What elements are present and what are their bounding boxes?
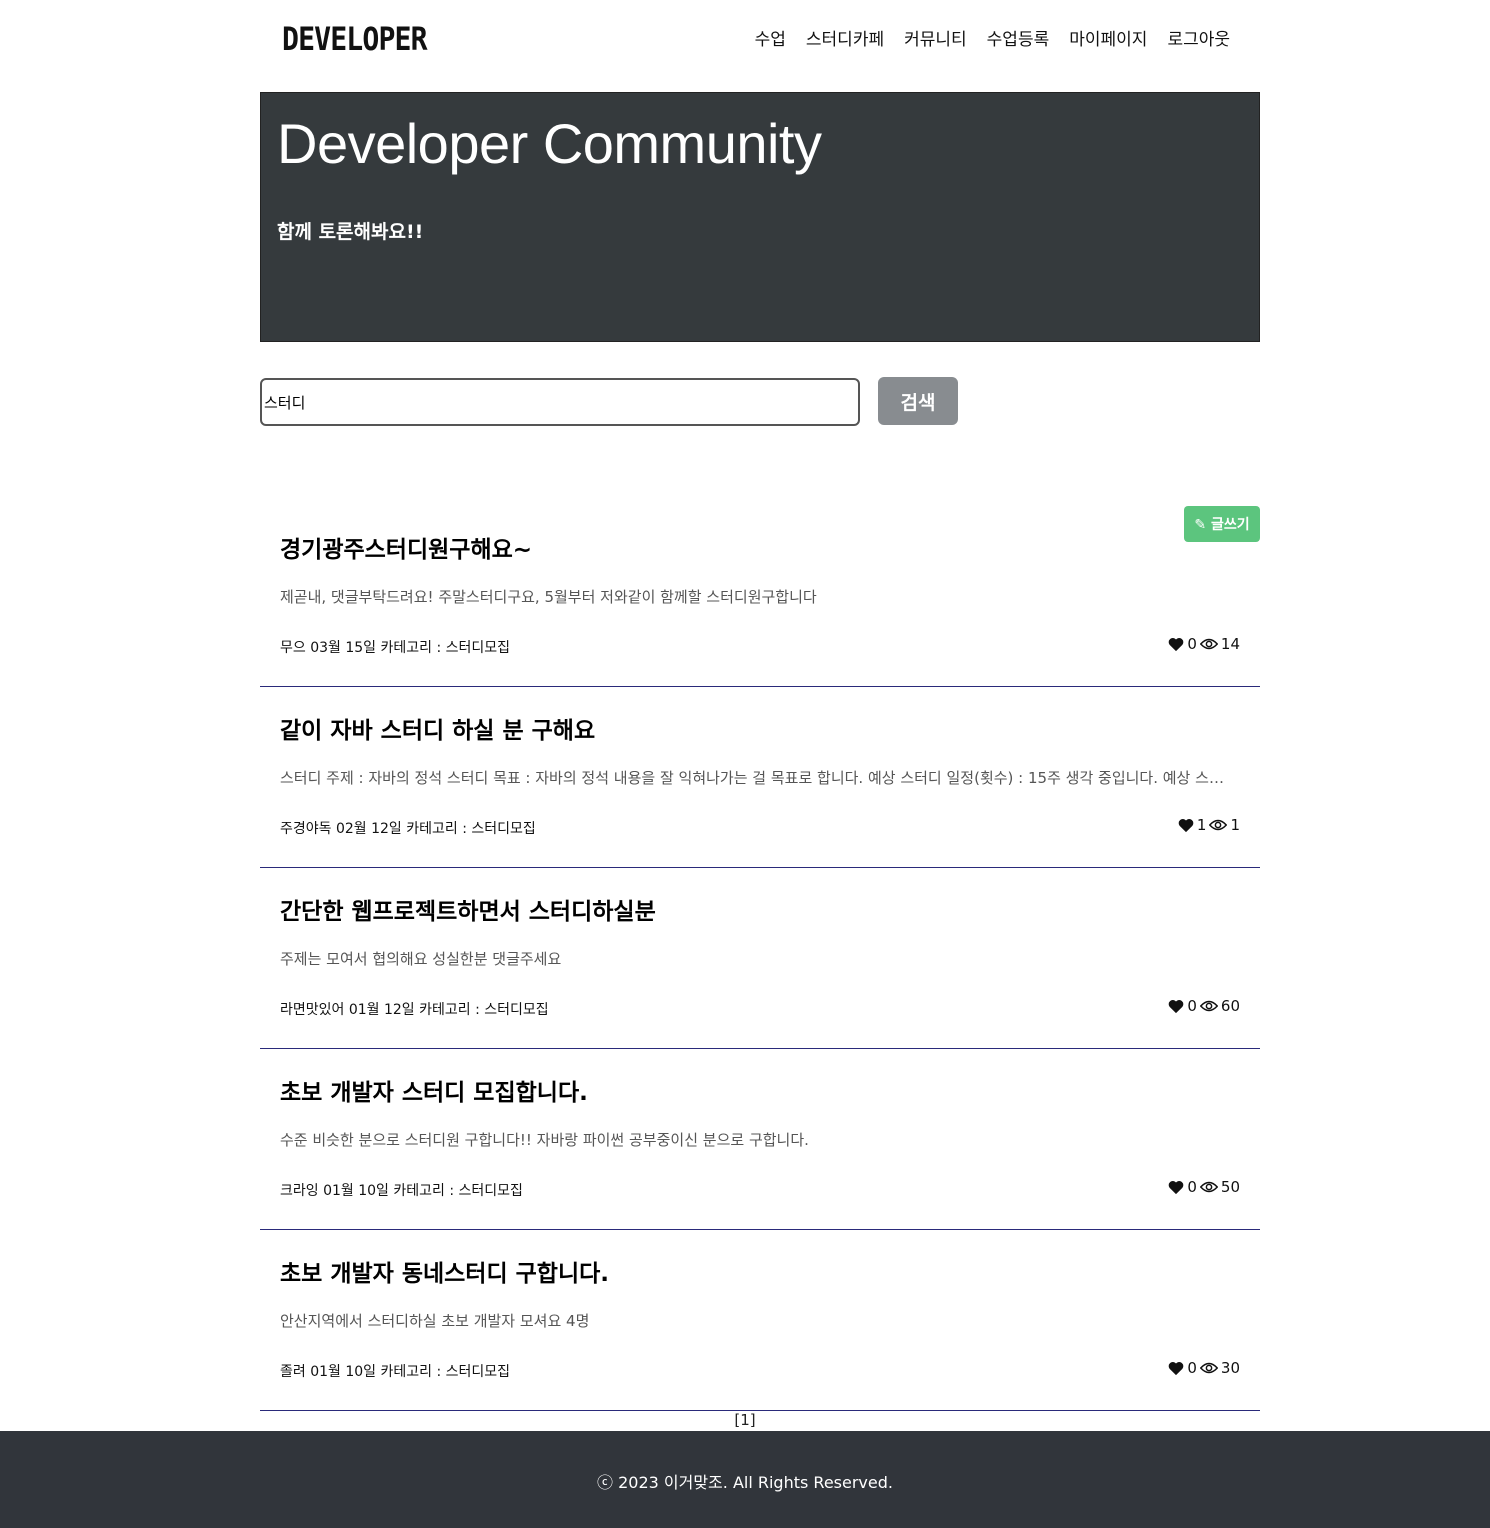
heart-icon [1169, 637, 1184, 651]
post-stats: 0 14 [1168, 635, 1240, 653]
like-count: 0 [1187, 1178, 1197, 1196]
nav-item-class-register[interactable]: 수업등록 [977, 28, 1060, 52]
post-meta: 졸려 01월 10일 카테고리 : 스터디모집 [280, 1364, 511, 1380]
heart-icon [1169, 1180, 1184, 1194]
post-title[interactable]: 간단한 웹프로젝트하면서 스터디하실분 [280, 892, 656, 926]
search-input[interactable] [260, 378, 860, 426]
footer: ⓒ 2023 이거맞조. All Rights Reserved. [0, 1431, 1490, 1528]
heart-icon [1178, 818, 1194, 832]
search-button[interactable]: 검색 [878, 377, 958, 425]
post-item[interactable]: 경기광주스터디원구해요~ 제곧내, 댓글부탁드려요! 주말스터디구요, 5월부터… [260, 506, 1260, 687]
post-meta: 라면맛있어 01월 12일 카테고리 : 스터디모집 [280, 1002, 549, 1018]
nav-item-studycafe[interactable]: 스터디카페 [796, 28, 894, 52]
nav-item-community[interactable]: 커뮤니티 [894, 28, 977, 52]
like-count: 0 [1187, 635, 1197, 653]
view-count: 1 [1230, 816, 1240, 834]
post-stats: 1 1 [1178, 816, 1240, 834]
post-meta: 무으 03월 15일 카테고리 : 스터디모집 [280, 640, 511, 656]
heart-icon [1169, 999, 1184, 1013]
eye-icon [1199, 638, 1218, 650]
eye-icon [1209, 819, 1228, 831]
post-excerpt: 안산지역에서 스터디하실 초보 개발자 모셔요 4명 [280, 1312, 590, 1330]
post-meta: 크라잉 01월 10일 카테고리 : 스터디모집 [280, 1183, 523, 1199]
like-count: 0 [1187, 997, 1197, 1015]
eye-icon [1199, 1362, 1218, 1374]
post-item[interactable]: 같이 자바 스터디 하실 분 구해요 스터디 주제 : 자바의 정석 스터디 목… [260, 687, 1260, 868]
like-count: 0 [1187, 1359, 1197, 1377]
post-title[interactable]: 초보 개발자 동네스터디 구합니다. [280, 1254, 609, 1288]
post-excerpt: 주제는 모여서 협의해요 성실한분 댓글주세요 [280, 950, 562, 968]
post-excerpt: 스터디 주제 : 자바의 정석 스터디 목표 : 자바의 정석 내용을 잘 익혀… [280, 769, 1230, 787]
nav-item-class[interactable]: 수업 [745, 28, 796, 52]
post-item[interactable]: 초보 개발자 동네스터디 구합니다. 안산지역에서 스터디하실 초보 개발자 모… [260, 1230, 1260, 1411]
copyright-text: ⓒ 2023 이거맞조. All Rights Reserved. [597, 1473, 893, 1492]
post-item[interactable]: 초보 개발자 스터디 모집합니다. 수준 비슷한 분으로 스터디원 구합니다!!… [260, 1049, 1260, 1230]
eye-icon [1199, 1181, 1218, 1193]
hero-banner: Developer Community 함께 토론해봐요!! [260, 92, 1260, 342]
pagination-page-1[interactable]: [1] [0, 1411, 1490, 1429]
nav-item-logout[interactable]: 로그아웃 [1157, 28, 1240, 52]
post-meta: 주경야독 02월 12일 카테고리 : 스터디모집 [280, 821, 536, 837]
post-excerpt: 제곧내, 댓글부탁드려요! 주말스터디구요, 5월부터 저와같이 함께할 스터디… [280, 588, 817, 606]
nav-item-mypage[interactable]: 마이페이지 [1059, 28, 1157, 52]
view-count: 60 [1220, 997, 1240, 1015]
post-title[interactable]: 같이 자바 스터디 하실 분 구해요 [280, 711, 595, 745]
heart-icon [1169, 1361, 1184, 1375]
post-stats: 0 30 [1168, 1359, 1240, 1377]
view-count: 14 [1220, 635, 1240, 653]
post-title[interactable]: 초보 개발자 스터디 모집합니다. [280, 1073, 588, 1107]
hero-subtitle: 함께 토론해봐요!! [277, 221, 424, 243]
site-logo[interactable]: DEVELOPER [282, 20, 428, 58]
post-stats: 0 50 [1168, 1178, 1240, 1196]
view-count: 50 [1220, 1178, 1240, 1196]
view-count: 30 [1220, 1359, 1240, 1377]
post-stats: 0 60 [1168, 997, 1240, 1015]
like-count: 1 [1196, 816, 1207, 834]
hero-title: Developer Community [277, 112, 822, 175]
post-item[interactable]: 간단한 웹프로젝트하면서 스터디하실분 주제는 모여서 협의해요 성실한분 댓글… [260, 868, 1260, 1049]
main-nav: 수업 스터디카페 커뮤니티 수업등록 마이페이지 로그아웃 [745, 28, 1240, 52]
post-excerpt: 수준 비슷한 분으로 스터디원 구합니다!! 자바랑 파이썬 공부중이신 분으로… [280, 1131, 809, 1149]
post-title[interactable]: 경기광주스터디원구해요~ [280, 530, 532, 564]
eye-icon [1199, 1000, 1218, 1012]
